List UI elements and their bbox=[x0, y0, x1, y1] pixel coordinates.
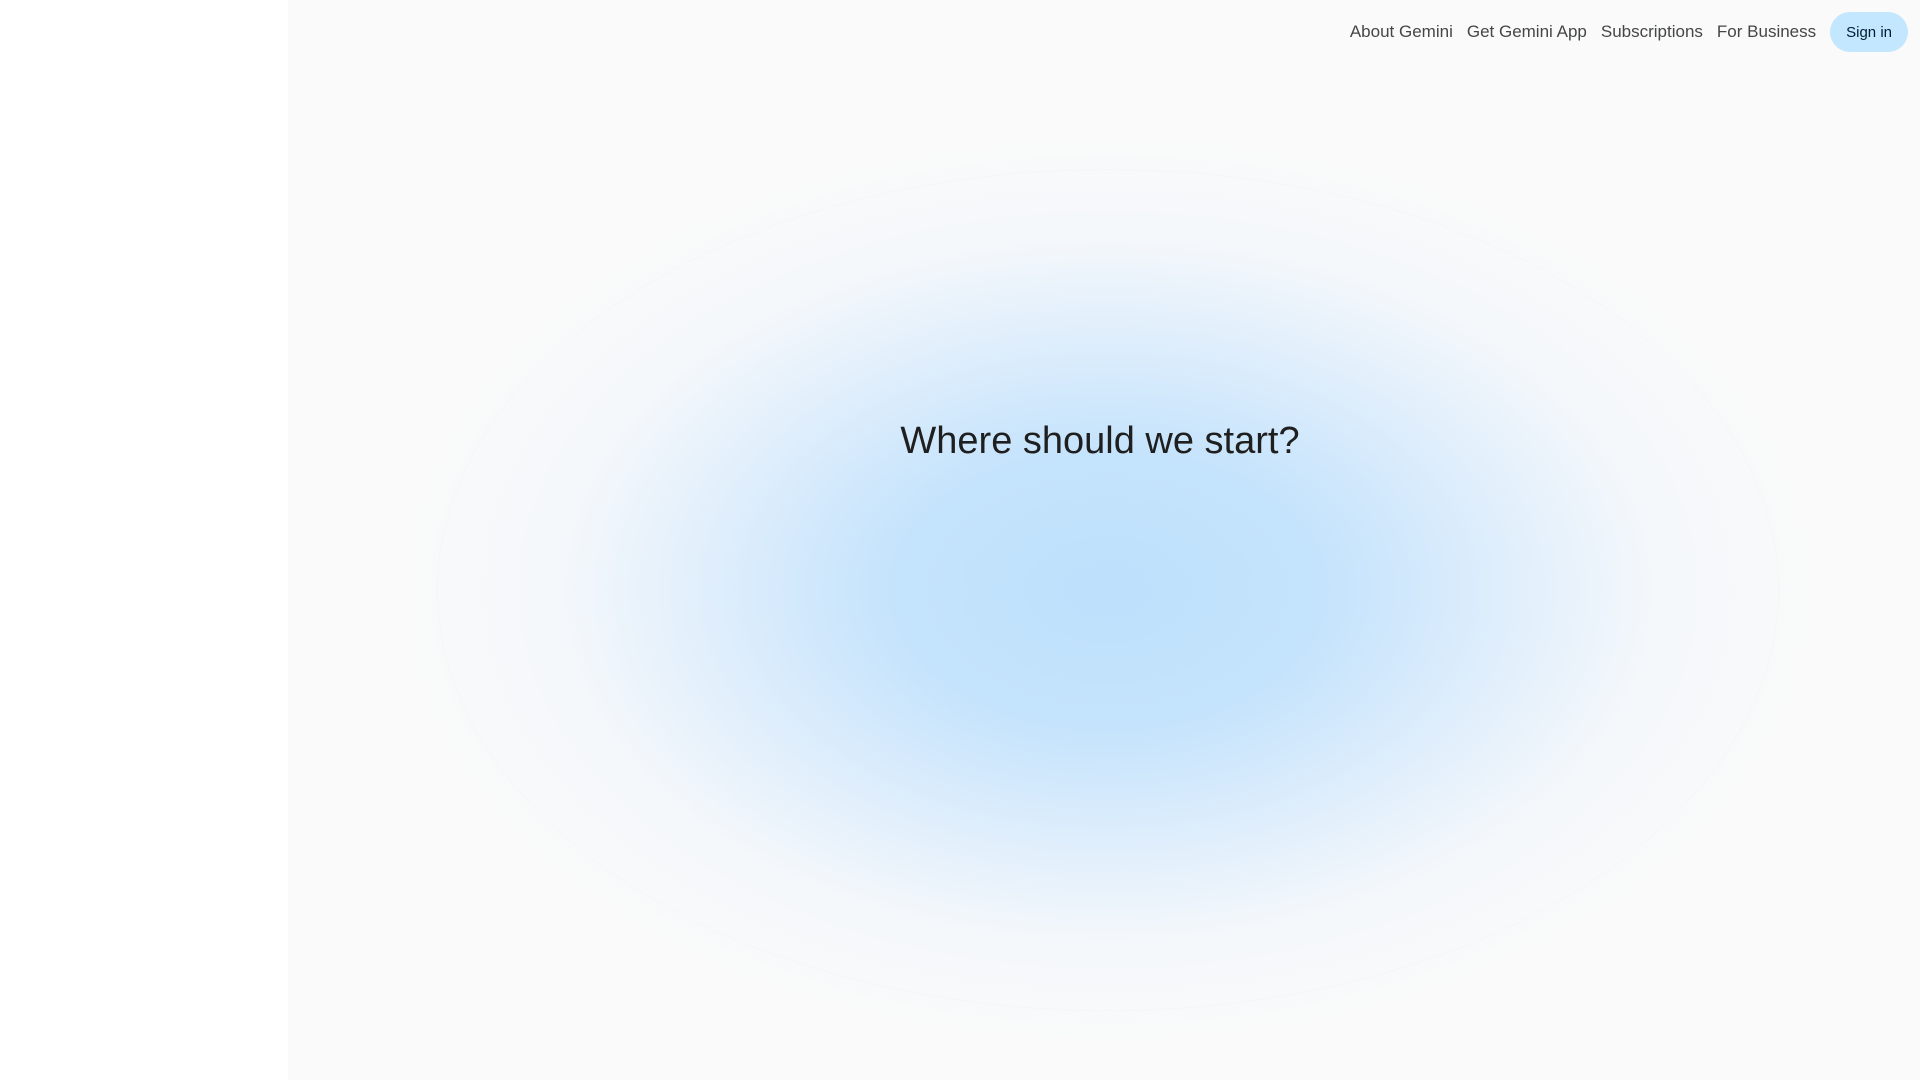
background-ring bbox=[437, 169, 1779, 1011]
nav-link-about-gemini[interactable]: About Gemini bbox=[1350, 22, 1453, 42]
nav-link-get-gemini-app[interactable]: Get Gemini App bbox=[1467, 22, 1587, 42]
page-title: Where should we start? bbox=[900, 420, 1300, 462]
sign-in-button[interactable]: Sign in bbox=[1830, 12, 1908, 52]
nav-link-subscriptions[interactable]: Subscriptions bbox=[1601, 22, 1703, 42]
sidebar bbox=[0, 0, 288, 1080]
top-navigation: About Gemini Get Gemini App Subscription… bbox=[1350, 12, 1908, 52]
background-glow bbox=[408, 140, 1808, 1040]
nav-link-for-business[interactable]: For Business bbox=[1717, 22, 1816, 42]
main-area: Where should we start? About Gemini Get … bbox=[288, 0, 1920, 1080]
